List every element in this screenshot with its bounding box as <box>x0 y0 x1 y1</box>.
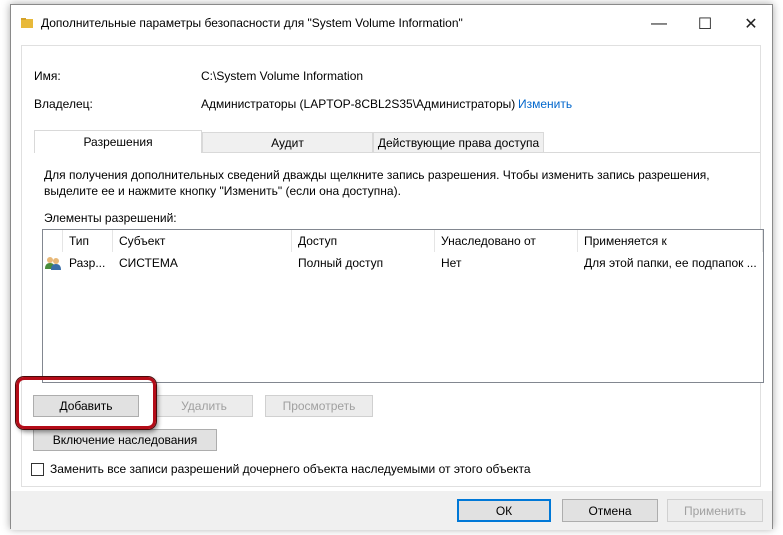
window-title: Дополнительные параметры безопасности дл… <box>41 16 463 30</box>
owner-change-link[interactable]: Изменить <box>518 97 572 111</box>
column-access[interactable]: Доступ <box>292 230 435 252</box>
replace-child-permissions-row[interactable]: Заменить все записи разрешений дочернего… <box>31 462 531 476</box>
permission-entries-list[interactable]: Тип Субъект Доступ Унаследовано от Приме… <box>42 229 764 383</box>
minimize-button[interactable]: — <box>636 5 682 43</box>
users-group-icon <box>45 253 65 273</box>
column-inherited-from[interactable]: Унаследовано от <box>435 230 578 252</box>
enable-inheritance-button[interactable]: Включение наследования <box>33 429 217 451</box>
tab-permissions[interactable]: Разрешения <box>34 130 202 153</box>
replace-child-permissions-label: Заменить все записи разрешений дочернего… <box>50 462 531 476</box>
permission-entries-label: Элементы разрешений: <box>44 211 177 225</box>
dialog-content: Имя: C:\System Volume Information Владел… <box>21 45 764 487</box>
cell-inherited-from: Нет <box>441 256 462 270</box>
owner-label: Владелец: <box>34 97 93 111</box>
cancel-button[interactable]: Отмена <box>562 499 658 522</box>
column-icon <box>43 230 63 252</box>
maximize-button[interactable]: ☐ <box>682 5 728 43</box>
tab-audit[interactable]: Аудит <box>202 132 373 152</box>
owner-value: Администраторы (LAPTOP-8CBL2S35\Админист… <box>201 97 516 111</box>
title-bar[interactable]: Дополнительные параметры безопасности дл… <box>11 5 772 43</box>
column-type[interactable]: Тип <box>63 230 113 252</box>
column-applies-to[interactable]: Применяется к <box>578 230 763 252</box>
list-header: Тип Субъект Доступ Унаследовано от Приме… <box>43 230 763 252</box>
add-button[interactable]: Добавить <box>33 395 139 417</box>
close-button[interactable]: ✕ <box>728 5 774 43</box>
ok-button[interactable]: ОК <box>457 499 551 522</box>
cell-type: Разр... <box>69 256 106 270</box>
tab-effective-access[interactable]: Действующие права доступа <box>373 132 544 152</box>
name-value: C:\System Volume Information <box>201 69 364 83</box>
cell-applies-to: Для этой папки, ее подпапок ... <box>584 256 757 270</box>
replace-child-permissions-checkbox[interactable] <box>31 462 44 476</box>
apply-button[interactable]: Применить <box>667 499 763 522</box>
remove-button[interactable]: Удалить <box>155 395 253 417</box>
security-dialog-window: Дополнительные параметры безопасности дл… <box>10 4 773 530</box>
cell-access: Полный доступ <box>298 256 384 270</box>
name-label: Имя: <box>34 69 61 83</box>
cell-subject: СИСТЕМА <box>119 256 178 270</box>
dialog-footer: ОК Отмена Применить <box>11 491 772 530</box>
view-button[interactable]: Просмотреть <box>265 395 373 417</box>
table-row[interactable]: Разр... СИСТЕМА Полный доступ Нет Для эт… <box>43 253 763 273</box>
folder-icon <box>21 18 33 28</box>
column-subject[interactable]: Субъект <box>113 230 292 252</box>
info-text: Для получения дополнительных сведений дв… <box>44 168 710 198</box>
